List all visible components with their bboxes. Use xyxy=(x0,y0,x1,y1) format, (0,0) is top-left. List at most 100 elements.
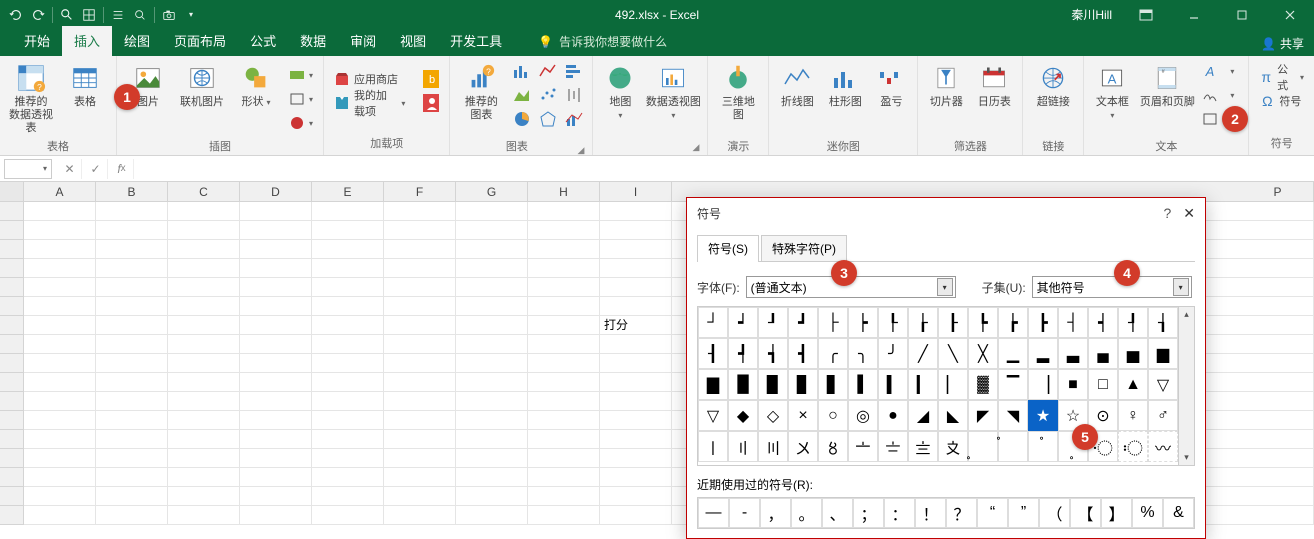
symbol-cell[interactable]: ╭ xyxy=(818,338,848,369)
cell[interactable] xyxy=(600,297,672,316)
sig-button[interactable] xyxy=(1200,84,1220,106)
cell[interactable] xyxy=(168,354,240,373)
cell[interactable] xyxy=(24,221,96,240)
cell[interactable] xyxy=(240,202,312,221)
symbol-cell[interactable]: ▂ xyxy=(1028,338,1058,369)
tab-home[interactable]: 开始 xyxy=(12,26,62,56)
chart-pie-button[interactable] xyxy=(510,108,534,130)
cell[interactable] xyxy=(312,449,384,468)
cell[interactable] xyxy=(240,278,312,297)
cell[interactable] xyxy=(96,449,168,468)
cell[interactable] xyxy=(96,278,168,297)
cell[interactable] xyxy=(1242,221,1314,240)
cell[interactable] xyxy=(528,335,600,354)
cell[interactable] xyxy=(600,278,672,297)
pivot-table-button[interactable]: ? 推荐的 数据透视表 xyxy=(6,60,56,136)
symbol-cell[interactable]: ┚ xyxy=(758,307,788,338)
cell[interactable] xyxy=(240,411,312,430)
cell[interactable] xyxy=(456,278,528,297)
chart-area-button[interactable] xyxy=(510,84,534,106)
cell[interactable] xyxy=(240,373,312,392)
cell[interactable] xyxy=(240,487,312,506)
symbol-cell[interactable]: ▋ xyxy=(818,369,848,400)
symbol-cell[interactable]: ▌ xyxy=(848,369,878,400)
cell[interactable] xyxy=(384,297,456,316)
symbol-cell[interactable]: ◆ xyxy=(728,400,758,431)
cell[interactable] xyxy=(312,468,384,487)
cell[interactable] xyxy=(24,411,96,430)
cell[interactable] xyxy=(456,316,528,335)
symbol-cell[interactable]: ┞ xyxy=(878,307,908,338)
cell[interactable] xyxy=(600,354,672,373)
symbol-cell[interactable]: ┤ xyxy=(1058,307,1088,338)
subset-combo[interactable]: 其他符号 ▾ xyxy=(1032,276,1192,298)
symbol-cell[interactable]: 〬 xyxy=(1028,431,1058,462)
cell[interactable] xyxy=(24,373,96,392)
col-d[interactable]: D xyxy=(240,182,312,201)
cell[interactable] xyxy=(24,316,96,335)
recommended-charts-button[interactable]: ? 推荐的 图表 xyxy=(456,60,506,136)
symbol-cell[interactable]: ▲ xyxy=(1118,369,1148,400)
tab-draw[interactable]: 绘图 xyxy=(112,26,162,56)
cell[interactable] xyxy=(528,392,600,411)
row-header[interactable] xyxy=(0,449,24,468)
row-header[interactable] xyxy=(0,335,24,354)
cell[interactable] xyxy=(600,487,672,506)
row-header[interactable] xyxy=(0,392,24,411)
pivot-chart-button[interactable]: 数据透视图▾ xyxy=(645,60,701,136)
recent-symbol-cell[interactable]: & xyxy=(1163,498,1194,528)
cell[interactable] xyxy=(24,354,96,373)
cell[interactable] xyxy=(600,506,672,525)
cell[interactable] xyxy=(600,259,672,278)
cell[interactable] xyxy=(24,506,96,525)
cell[interactable] xyxy=(312,392,384,411)
cell[interactable] xyxy=(456,297,528,316)
slicer-button[interactable]: 切片器 xyxy=(924,60,968,136)
timeline-button[interactable]: 日历表 xyxy=(972,60,1016,136)
symbol-cell[interactable]: ┨ xyxy=(698,338,728,369)
cell[interactable] xyxy=(600,202,672,221)
maps-dialog-launcher[interactable]: ◢ xyxy=(692,142,699,153)
symbol-cell[interactable]: ▎ xyxy=(908,369,938,400)
cell[interactable] xyxy=(528,373,600,392)
symbol-cell[interactable]: ┛ xyxy=(788,307,818,338)
qat-search-button[interactable] xyxy=(57,5,77,25)
cell[interactable] xyxy=(456,259,528,278)
cell[interactable] xyxy=(240,240,312,259)
qat-camera-button[interactable] xyxy=(159,5,179,25)
row-header[interactable] xyxy=(0,278,24,297)
cell[interactable] xyxy=(1242,259,1314,278)
cancel-formula-button[interactable]: ✕ xyxy=(58,159,82,179)
cell[interactable] xyxy=(24,202,96,221)
cell[interactable] xyxy=(96,202,168,221)
symbol-cell[interactable]: 〫 xyxy=(998,431,1028,462)
cell[interactable] xyxy=(240,468,312,487)
tab-review[interactable]: 审阅 xyxy=(338,26,388,56)
cell[interactable] xyxy=(240,316,312,335)
cell[interactable] xyxy=(1242,278,1314,297)
symbol-cell[interactable]: ├ xyxy=(818,307,848,338)
cell[interactable] xyxy=(384,335,456,354)
cell[interactable] xyxy=(384,430,456,449)
symbol-cell[interactable]: ┦ xyxy=(1118,307,1148,338)
cell[interactable] xyxy=(384,449,456,468)
cell[interactable] xyxy=(528,506,600,525)
recent-symbol-cell[interactable]: “ xyxy=(977,498,1008,528)
symbol-scrollbar[interactable]: ▴▾ xyxy=(1178,307,1194,465)
tab-view[interactable]: 视图 xyxy=(388,26,438,56)
cell[interactable] xyxy=(456,221,528,240)
cell[interactable] xyxy=(312,297,384,316)
cell[interactable] xyxy=(168,240,240,259)
col-g[interactable]: G xyxy=(456,182,528,201)
cell[interactable] xyxy=(456,392,528,411)
cell[interactable] xyxy=(96,259,168,278)
people-graph-button[interactable] xyxy=(419,92,443,114)
cell[interactable] xyxy=(1242,506,1314,525)
online-pictures-button[interactable]: 联机图片 xyxy=(177,60,227,136)
accept-formula-button[interactable]: ✓ xyxy=(84,159,108,179)
symbol-cell[interactable]: ▄ xyxy=(1088,338,1118,369)
cell[interactable] xyxy=(96,468,168,487)
recent-symbol-cell[interactable]: ！ xyxy=(915,498,946,528)
fx-button[interactable]: fx xyxy=(110,159,134,179)
wordart-button[interactable]: A xyxy=(1200,60,1220,82)
